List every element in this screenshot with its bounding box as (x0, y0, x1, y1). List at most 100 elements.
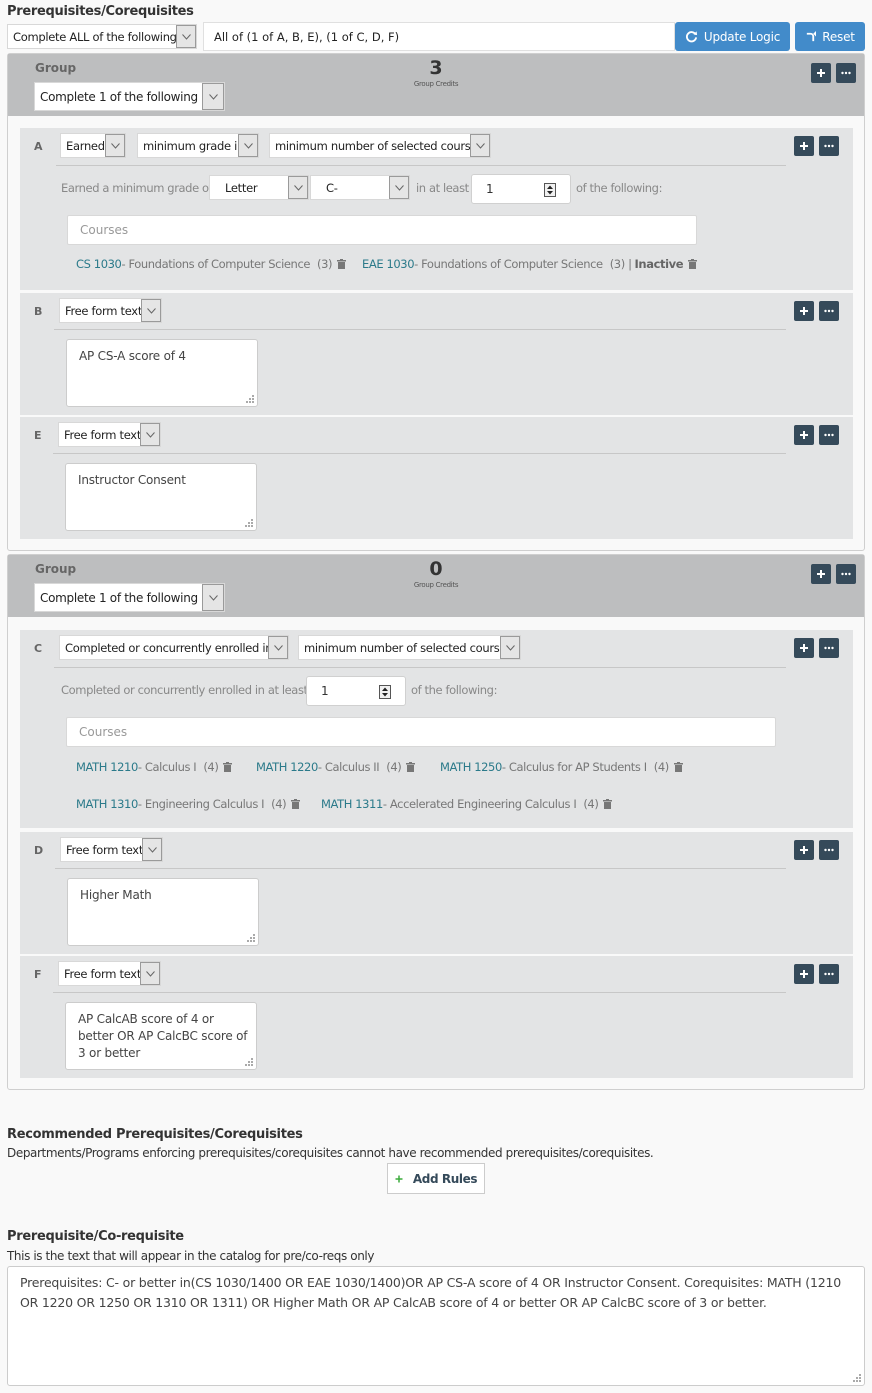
add-rule-button[interactable] (794, 136, 814, 156)
rule-type-select[interactable]: Free form text (59, 298, 162, 323)
courses-placeholder: Courses (80, 223, 129, 237)
rule-type-select[interactable]: Earned (60, 133, 126, 158)
free-text-textarea[interactable]: Higher Math (67, 878, 259, 946)
free-text-textarea[interactable]: AP CS-A score of 4 (66, 339, 258, 407)
chevron-down-icon (142, 838, 162, 861)
add-rule-button[interactable] (794, 964, 814, 984)
trash-icon[interactable] (603, 799, 613, 809)
plus-icon (817, 570, 825, 578)
grade-scale-select[interactable]: Letter (209, 175, 309, 200)
rule-type-select[interactable]: Free form text (58, 422, 161, 447)
grade-mode-select[interactable]: minimum grade in (137, 133, 259, 158)
resize-grip-icon[interactable] (245, 1058, 254, 1067)
add-rule-button[interactable] (794, 301, 814, 321)
courses-search-input[interactable]: Courses (66, 717, 776, 747)
course-title: - Calculus I (137, 760, 197, 774)
logic-expression-input[interactable]: All of (1 of A, B, E), (1 of C, D, F) (203, 22, 675, 51)
more-options-button[interactable] (836, 564, 856, 584)
more-options-button[interactable] (836, 63, 856, 83)
min-courses-input[interactable]: 1 (471, 174, 571, 204)
course-title: - Foundations of Computer Science (121, 257, 311, 271)
trash-icon[interactable] (223, 762, 233, 772)
plus-icon (800, 846, 808, 854)
min-courses-value: 1 (486, 182, 494, 196)
top-logic-select-value: Complete ALL of the following (13, 29, 177, 44)
grade-scale-value: Letter (225, 180, 258, 195)
course-credits: (4) (653, 760, 669, 774)
group-select[interactable]: Complete 1 of the following (34, 583, 225, 612)
rule-b: B Free form text AP CS-A score of 4 (20, 293, 853, 415)
rule-type-select[interactable]: Free form text (60, 837, 163, 862)
count-mode-select[interactable]: minimum number of selected courses (269, 133, 491, 158)
group-label: Group (35, 61, 77, 75)
rule-type-select[interactable]: Free form text (58, 961, 161, 986)
trash-icon[interactable] (291, 799, 301, 809)
more-options-button[interactable] (819, 425, 839, 445)
stepper-icon[interactable] (544, 183, 556, 197)
refresh-icon (685, 31, 697, 43)
grade-mode-value: minimum grade in (143, 138, 245, 153)
reset-button[interactable]: Reset (795, 22, 865, 51)
logic-expression-value: All of (1 of A, B, E), (1 of C, D, F) (214, 29, 400, 44)
add-rule-button[interactable] (794, 840, 814, 860)
update-logic-label: Update Logic (703, 29, 781, 44)
course-link[interactable]: EAE 1030 (362, 257, 415, 271)
rule-type-value: Free form text (64, 966, 142, 981)
divider (53, 453, 786, 454)
course-item: MATH 1220 - Calculus II (4) (256, 760, 416, 774)
count-mode-select[interactable]: minimum number of selected courses (298, 635, 521, 660)
group-credits-value: 3 (429, 57, 443, 79)
course-link[interactable]: MATH 1311 (321, 797, 383, 811)
more-options-button[interactable] (819, 301, 839, 321)
grade-value-select[interactable]: C- (310, 175, 410, 200)
courses-placeholder: Courses (79, 725, 128, 739)
rule-type-select[interactable]: Completed or concurrently enrolled in (59, 635, 289, 660)
min-courses-input[interactable]: 1 (306, 676, 406, 706)
reset-label: Reset (822, 29, 855, 44)
resize-grip-icon[interactable] (246, 395, 255, 404)
ellipsis-icon (824, 646, 834, 650)
free-text-value: AP CS-A score of 4 (79, 349, 186, 363)
courses-search-input[interactable]: Courses (67, 215, 697, 245)
course-link[interactable]: MATH 1310 (76, 797, 138, 811)
divider (54, 667, 786, 668)
add-rule-button[interactable] (794, 638, 814, 658)
free-text-textarea[interactable]: AP CalcAB score of 4 or better OR AP Cal… (65, 1002, 257, 1070)
course-link[interactable]: CS 1030 (76, 257, 122, 271)
resize-grip-icon[interactable] (245, 519, 254, 528)
more-options-button[interactable] (819, 840, 839, 860)
trash-icon[interactable] (688, 259, 698, 269)
grade-prefix-label: Earned a minimum grade of (61, 181, 213, 195)
of-following-label: of the following: (411, 683, 498, 697)
trash-icon[interactable] (337, 259, 347, 269)
catalog-text-textarea[interactable]: Prerequisites: C- or better in(CS 1030/1… (7, 1266, 865, 1386)
update-logic-button[interactable]: Update Logic (675, 22, 790, 51)
section-title-prereqs: Prerequisites/Corequisites (7, 4, 194, 19)
add-rule-button[interactable] (811, 63, 831, 83)
course-link[interactable]: MATH 1210 (76, 760, 138, 774)
plus-icon (800, 970, 808, 978)
course-link[interactable]: MATH 1250 (440, 760, 502, 774)
free-text-textarea[interactable]: Instructor Consent (65, 463, 257, 531)
resize-grip-icon[interactable] (853, 1374, 862, 1383)
rule-letter: A (34, 140, 43, 153)
stepper-icon[interactable] (379, 685, 391, 699)
more-options-button[interactable] (819, 136, 839, 156)
ellipsis-icon (824, 972, 834, 976)
rule-letter: E (34, 429, 42, 442)
course-link[interactable]: MATH 1220 (256, 760, 318, 774)
resize-grip-icon[interactable] (247, 934, 256, 943)
add-rules-button[interactable]: Add Rules (387, 1163, 485, 1194)
more-options-button[interactable] (819, 638, 839, 658)
top-logic-select[interactable]: Complete ALL of the following (7, 24, 197, 49)
course-item: MATH 1210 - Calculus I (4) (76, 760, 233, 774)
group-select[interactable]: Complete 1 of the following (34, 82, 225, 111)
add-rule-button[interactable] (811, 564, 831, 584)
more-options-button[interactable] (819, 964, 839, 984)
chevron-down-icon (141, 299, 161, 322)
trash-icon[interactable] (406, 762, 416, 772)
course-credits: (4) (583, 797, 599, 811)
rule-letter: B (34, 305, 43, 318)
add-rule-button[interactable] (794, 425, 814, 445)
trash-icon[interactable] (673, 762, 683, 772)
